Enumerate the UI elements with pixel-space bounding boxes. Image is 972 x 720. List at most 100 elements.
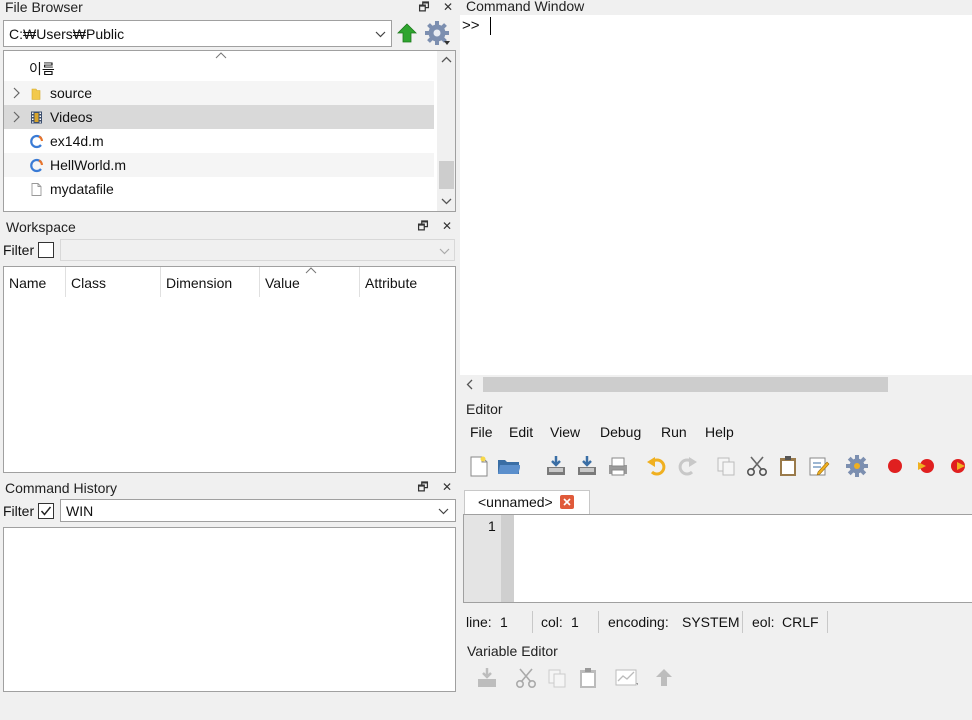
column-header-attribute[interactable]: Attribute [360,267,455,297]
editor-title: Editor [466,401,503,417]
vertical-scrollbar[interactable] [437,51,455,211]
status-col-value: 1 [571,614,579,630]
workspace-filter-checkbox[interactable] [38,242,54,258]
list-item[interactable]: ex14d.m [4,129,434,153]
tab-close-icon[interactable] [560,495,574,509]
sort-ascending-icon [305,267,317,274]
cut-variable-button[interactable] [514,666,538,690]
path-combobox[interactable]: C:₩Users₩Public [3,20,392,47]
status-col-label: col: [541,614,563,630]
plot-variable-button[interactable] [614,666,642,690]
video-folder-icon [31,111,42,124]
cut-icon [515,668,537,689]
scrollbar-thumb[interactable] [483,377,888,392]
horizontal-scrollbar[interactable] [460,375,972,394]
menu-edit[interactable]: Edit [509,424,533,440]
command-window-console[interactable]: >> [460,15,972,394]
code-editor[interactable]: 1 [463,514,972,603]
menu-run[interactable]: Run [661,424,687,440]
status-encoding-value: SYSTEM [682,614,740,630]
close-icon[interactable]: ✕ [441,0,455,14]
column-header-dimension[interactable]: Dimension [161,267,260,297]
history-filter-label: Filter [3,503,35,519]
column-header-name[interactable]: Name [4,267,66,297]
file-list[interactable]: 이름 source Videos ex14d.m HellWorld.m myd… [3,50,456,212]
scroll-up-icon[interactable] [441,56,452,64]
line-number: 1 [488,518,496,534]
status-encoding-label: encoding: [608,614,669,630]
scroll-left-icon[interactable] [466,379,474,390]
new-file-icon [470,456,488,477]
open-file-button[interactable] [496,454,530,478]
tab-label: <unnamed> [478,494,553,510]
scroll-down-icon[interactable] [441,197,452,205]
command-history-title: Command History [5,480,118,496]
menu-debug[interactable]: Debug [600,424,641,440]
next-breakpoint-icon [918,459,934,473]
text-cursor [490,17,491,35]
print-icon [609,457,627,476]
undock-icon[interactable]: 🗗 [416,219,430,233]
save-variable-button[interactable] [475,666,499,690]
redo-button[interactable] [676,454,700,478]
workspace-filter-combobox[interactable] [60,239,455,261]
history-filter-combobox[interactable]: WIN [60,499,456,522]
paste-icon [580,668,596,688]
paste-icon [780,456,796,476]
chevron-right-icon [13,111,20,123]
gear-icon [846,455,868,477]
redo-icon [678,457,697,476]
column-header-name[interactable]: 이름 [4,51,434,81]
cut-button[interactable] [745,454,769,478]
previous-breakpoint-button[interactable] [945,454,969,478]
save-button[interactable] [544,454,568,478]
status-divider [598,611,599,633]
copy-variable-button[interactable] [545,666,569,690]
undock-icon[interactable]: 🗗 [417,0,431,14]
editor-tab-unnamed[interactable]: <unnamed> [464,490,590,515]
close-icon[interactable]: ✕ [440,480,454,494]
command-window-title: Command Window [466,0,585,14]
history-filter-checkbox[interactable] [38,503,54,519]
scrollbar-thumb[interactable] [439,161,454,189]
list-item[interactable]: HellWorld.m [4,153,434,177]
column-header-class[interactable]: Class [66,267,161,297]
undock-icon[interactable]: 🗗 [416,480,430,494]
status-line-value: 1 [500,614,508,630]
status-divider [742,611,743,633]
copy-button[interactable] [714,454,738,478]
workspace-table[interactable]: Name Class Dimension Value Attribute [3,266,456,473]
up-arrow-icon [656,669,672,686]
list-item[interactable]: source [4,81,434,105]
up-level-button[interactable] [652,666,676,690]
paste-variable-button[interactable] [576,666,600,690]
paste-button[interactable] [776,454,800,478]
next-breakpoint-button[interactable] [914,454,938,478]
list-item[interactable]: Videos [4,105,434,129]
copy-icon [548,669,566,688]
open-folder-icon [498,460,520,474]
menu-view[interactable]: View [550,424,580,440]
previous-breakpoint-icon [951,459,965,473]
list-item[interactable]: mydatafile [4,177,434,201]
format-button[interactable] [807,454,831,478]
settings-button[interactable] [845,454,869,478]
cut-icon [746,456,768,477]
parent-directory-button[interactable] [396,22,418,44]
line-number-gutter: 1 [464,515,501,602]
print-button[interactable] [606,454,630,478]
undo-button[interactable] [644,454,668,478]
menu-file[interactable]: File [470,424,493,440]
status-eol-value: CRLF [782,614,819,630]
save-as-button[interactable] [575,454,599,478]
menu-help[interactable]: Help [705,424,734,440]
new-file-button[interactable] [467,454,491,478]
toggle-breakpoint-button[interactable] [883,454,907,478]
settings-button[interactable] [424,20,452,46]
close-icon[interactable]: ✕ [440,219,454,233]
folder-icon [31,88,41,100]
variable-editor-title: Variable Editor [467,643,558,659]
command-history-list[interactable] [3,527,456,692]
m-file-icon [30,158,44,173]
command-prompt: >> [462,17,480,34]
